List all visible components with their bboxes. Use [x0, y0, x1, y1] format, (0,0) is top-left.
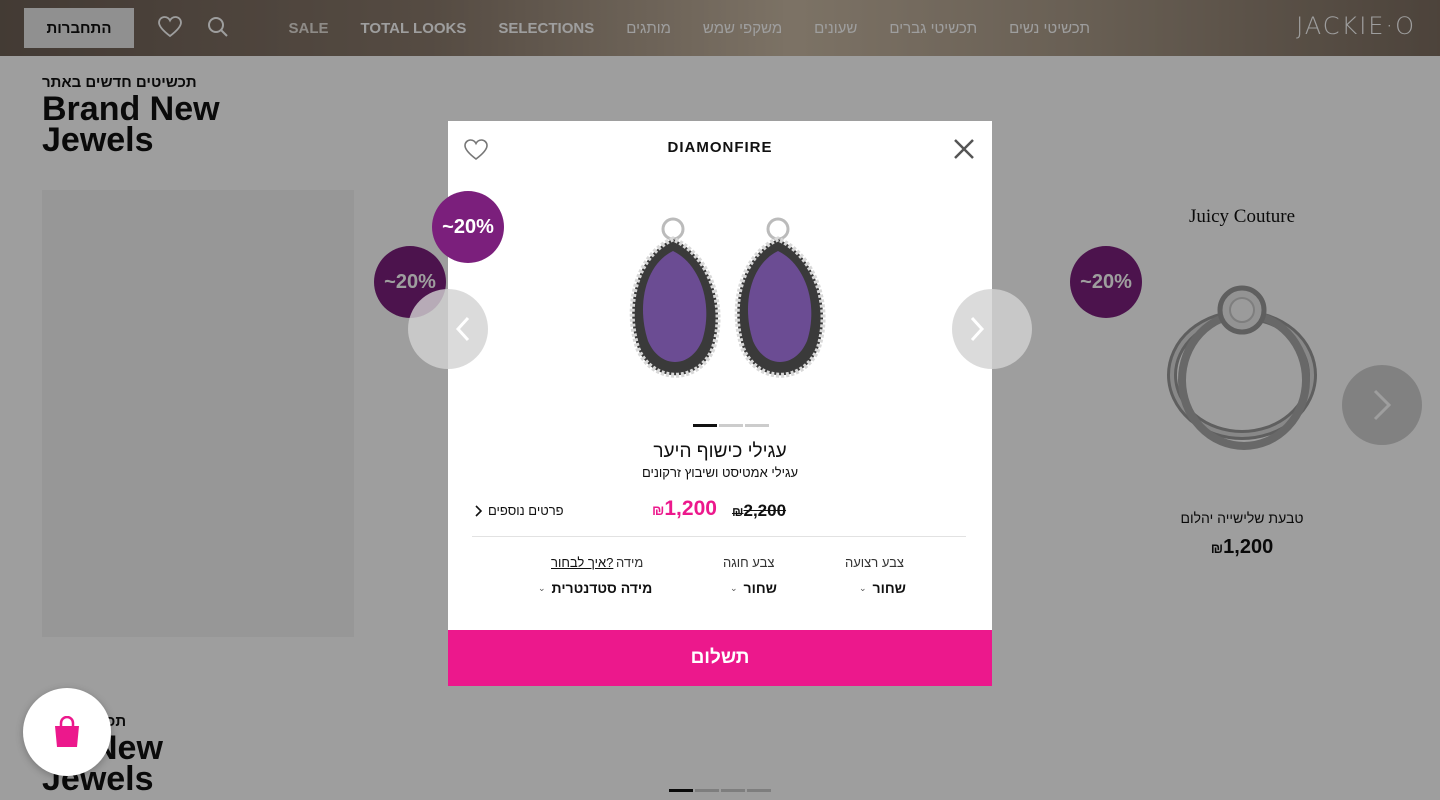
strap-color-select[interactable]: ⌄ שחור [859, 580, 906, 596]
shopping-bag-icon [55, 716, 79, 747]
dial-color-label: צבע חוגה [723, 555, 775, 570]
chevron-right-icon [475, 504, 482, 517]
cart-button[interactable] [23, 688, 111, 776]
currency-symbol: ₪ [652, 502, 665, 518]
product-title: עגילי כישוף היער [653, 441, 787, 462]
chevron-down-icon: ⌄ [730, 582, 738, 593]
image-pagination [693, 424, 769, 427]
more-details-label: פרטים נוספים [488, 503, 564, 518]
pay-button[interactable]: תשלום [448, 630, 992, 686]
size-select[interactable]: ⌄ מידה סטדנטרית [538, 580, 652, 596]
pagination-dot[interactable] [745, 424, 769, 427]
how-to-choose-link[interactable]: איך לבחור? [551, 555, 613, 570]
currency-symbol: ₪ [732, 504, 744, 519]
dial-color-select[interactable]: ⌄ שחור [730, 580, 777, 596]
original-price: ₪2,200 [732, 501, 786, 521]
more-details-link[interactable]: פרטים נוספים [474, 503, 564, 518]
sale-price: ₪1,200 [652, 497, 717, 521]
product-quick-view-modal: DIAMONFIRE ~20% עגילי כישוף היער עגילי א… [408, 121, 1032, 686]
strap-color-value: שחור [872, 580, 906, 596]
strap-color-label: צבע רצועה [845, 555, 904, 570]
sale-price-value: 1,200 [664, 497, 717, 520]
product-subtitle: עגילי אמטיסט ושיבוץ זרקונים [641, 465, 799, 480]
close-icon[interactable] [952, 137, 976, 161]
brand-logo: DIAMONFIRE [667, 139, 773, 156]
original-price-value: 2,200 [743, 501, 787, 520]
product-image [629, 217, 826, 378]
image-prev-button[interactable] [408, 289, 488, 369]
chevron-down-icon: ⌄ [859, 582, 867, 593]
size-value: מידה סטדנטרית [551, 580, 653, 596]
image-next-button[interactable] [952, 289, 1032, 369]
size-label: מידה [616, 555, 644, 570]
divider [472, 536, 966, 537]
chevron-down-icon: ⌄ [538, 582, 546, 593]
discount-badge: ~20% [432, 191, 504, 263]
dial-color-value: שחור [743, 580, 777, 596]
pagination-dot[interactable] [719, 424, 743, 427]
pagination-dot[interactable] [693, 424, 717, 427]
